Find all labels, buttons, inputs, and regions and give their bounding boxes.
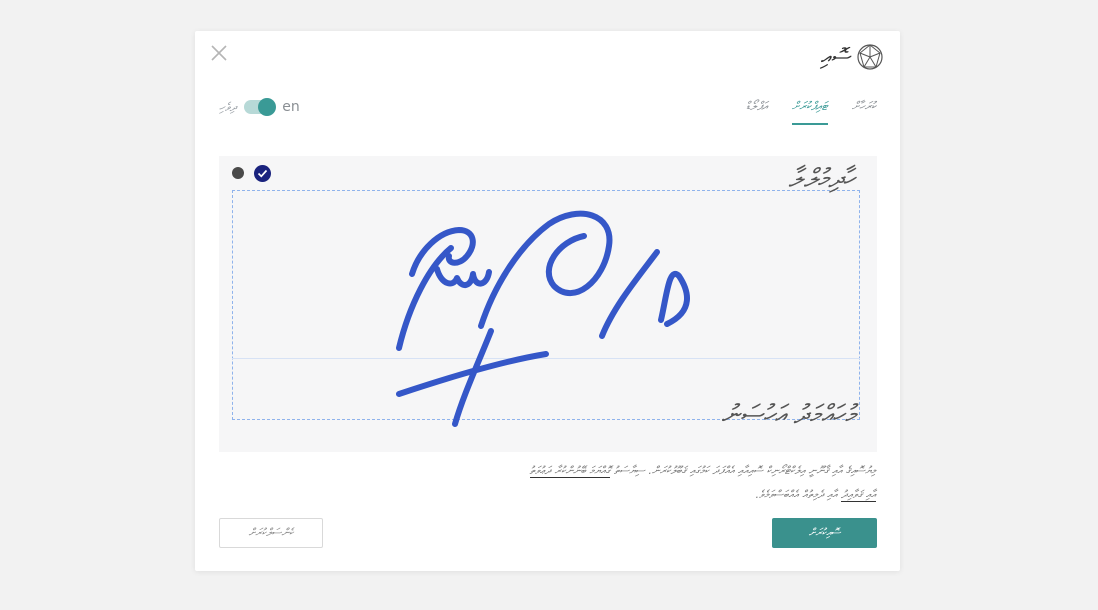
signature-tabs: ކުރަހާށް ޓައިޕްކުރަށް އަޕްލޯޑް [746, 97, 876, 125]
language-toggle[interactable] [244, 98, 277, 116]
canvas-name-text: ހާދިމުލްލާ [788, 164, 855, 194]
tab-draw[interactable]: ކުރަހާށް [852, 97, 876, 125]
cancel-button[interactable]: ކެންސަލްކުރަށް [219, 518, 323, 548]
language-switch: ދިވެހި en [219, 98, 300, 116]
close-icon [211, 45, 227, 61]
canvas-full-name-text: މުހައްމަދު އަހުސަނު [721, 400, 855, 430]
tab-upload[interactable]: އަޕްލޯޑް [746, 97, 768, 125]
consent-text: މިޔުސޮއިޤެ އާއި ޤާނޫނީ އިލެކްޓްރޯނިކް ސޮ… [516, 459, 876, 507]
toggle-knob [258, 98, 277, 116]
consent-body: މިޔުސޮއިޤެ އާއި ޤާނޫނީ އިލެކްޓްރޯނިކް ސޮ… [610, 464, 876, 477]
brand: ސޮއި [820, 43, 884, 71]
consent-tail: އާއި ދެމިތުއް އެއްބަސްވަމެވެ. [755, 488, 841, 501]
signature-canvas[interactable]: ހާދިމުލްލާ މުހައްމަދު އަހުސަނު [219, 156, 877, 452]
crystal-logo-icon [857, 44, 883, 70]
language-label: ދިވެހި [219, 99, 237, 114]
modal-title: ސޮއި [820, 44, 850, 70]
signature-modal: ސޮއި ދިވެހި en ކުރަހާށް ޓައިޕްކުރަށް އަޕ… [195, 31, 900, 571]
language-code: en [282, 99, 300, 115]
sign-button[interactable]: ސޮއިކުރަށް [772, 518, 877, 548]
close-button[interactable] [207, 41, 231, 65]
tab-type[interactable]: ޓައިޕްކުރަށް [791, 97, 828, 125]
